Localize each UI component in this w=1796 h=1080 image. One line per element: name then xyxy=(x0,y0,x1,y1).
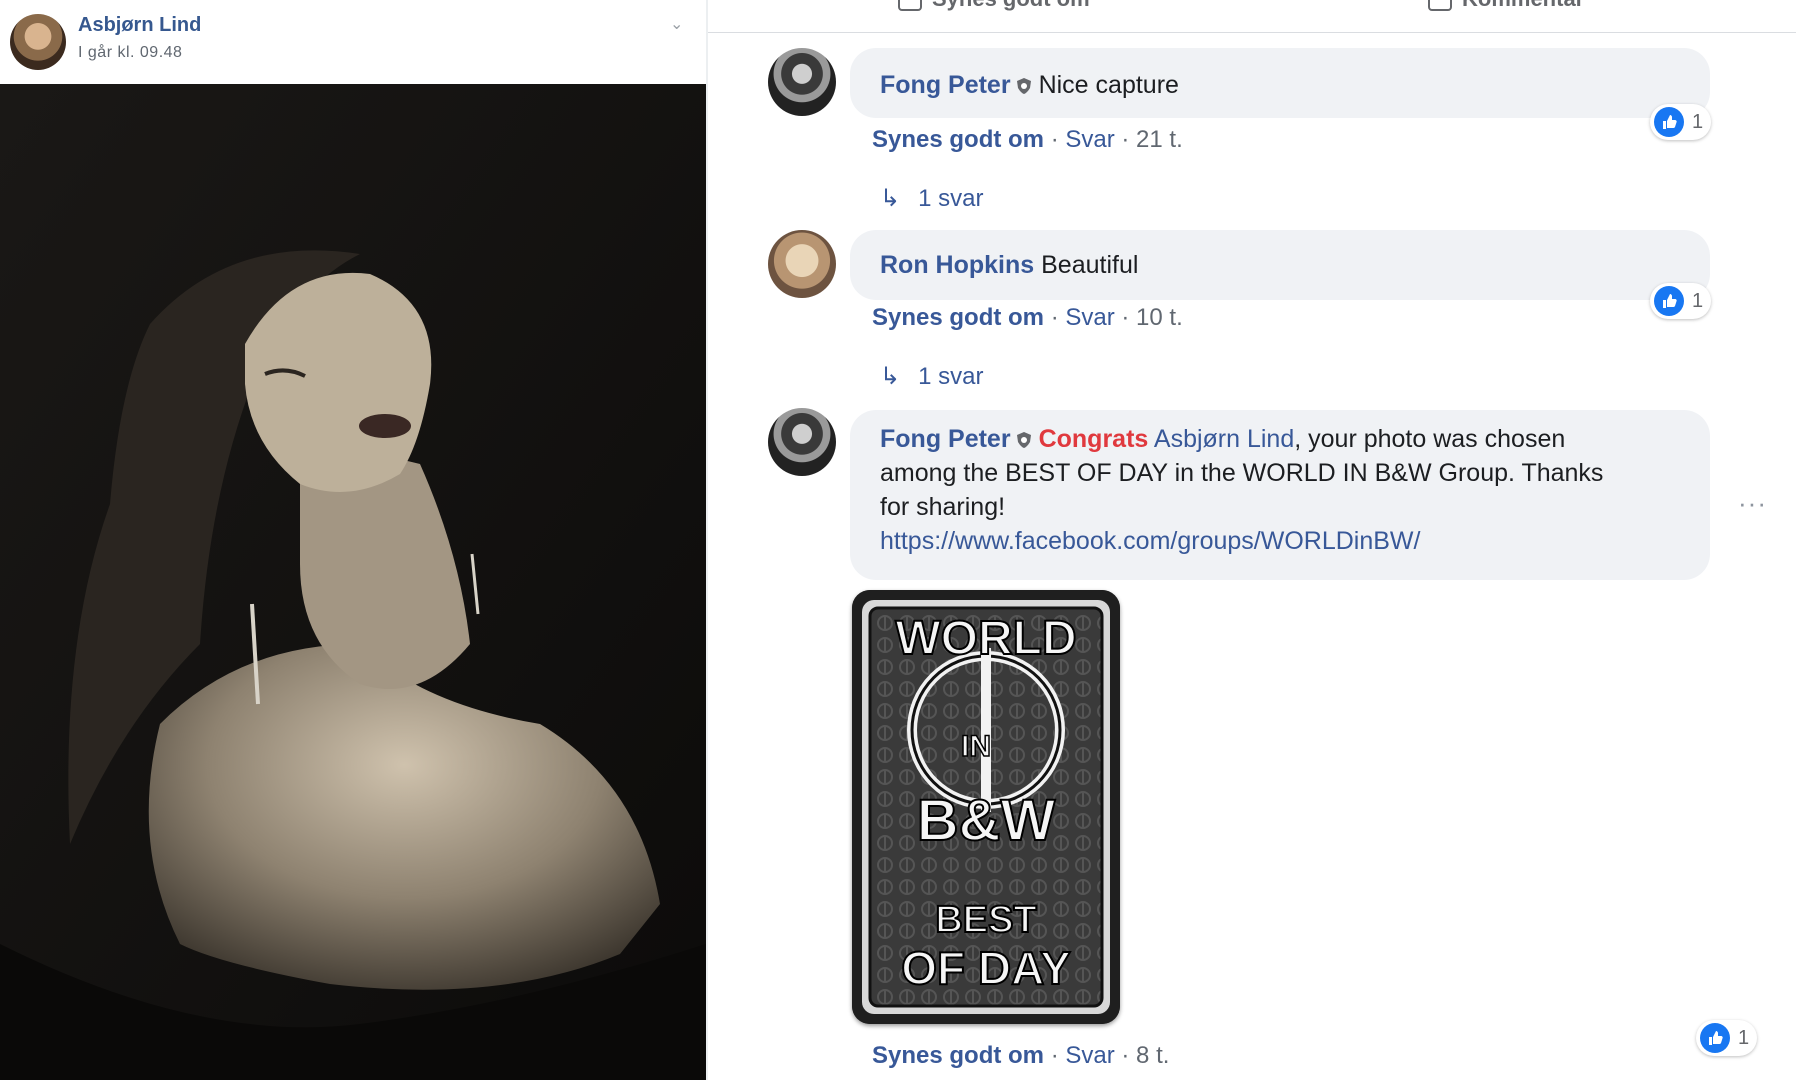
reply-link[interactable]: Svar xyxy=(1065,1042,1114,1069)
comments-panel: Synes godt om Kommentar Fong Peter Nice c… xyxy=(708,0,1796,1080)
reply-arrow-icon: ↳ xyxy=(880,363,901,390)
post-actions-bar: Synes godt om Kommentar xyxy=(708,0,1796,33)
comment-bubble: Fong Peter Nice capture xyxy=(850,48,1710,118)
comment-bubble: Ron Hopkins Beautiful xyxy=(850,230,1710,300)
group-link[interactable]: https://www.facebook.com/groups/WORLDinB… xyxy=(880,527,1420,555)
comment-text: , your photo was chosen xyxy=(1294,425,1566,453)
reaction-count[interactable]: 1 xyxy=(1650,104,1712,140)
comment-time[interactable]: 10 t. xyxy=(1136,304,1183,331)
comment-meta: Synes godt om · Svar · 8 t. xyxy=(872,1042,1170,1069)
world-in-bw-sticker[interactable]: WORLD IN B&W BEST OF DAY xyxy=(852,590,1120,1024)
sticker-text: BEST xyxy=(935,899,1036,941)
sticker-text: WORLD xyxy=(895,612,1076,665)
comment-text: among the BEST OF DAY in the WORLD IN B&… xyxy=(880,459,1604,487)
comment-time[interactable]: 21 t. xyxy=(1136,126,1183,153)
view-replies-link[interactable]: ↳ 1 svar xyxy=(880,184,983,213)
reaction-count[interactable]: 1 xyxy=(1696,1020,1758,1056)
post-panel: Asbjørn Lind I går kl. 09.48 ⌄ xyxy=(0,0,706,1080)
sticker-text: B&W xyxy=(917,788,1056,853)
chevron-down-icon[interactable]: ⌄ xyxy=(670,14,683,34)
commenter-avatar[interactable] xyxy=(768,48,836,116)
view-replies-link[interactable]: ↳ 1 svar xyxy=(880,362,983,391)
comment-author[interactable]: Fong Peter xyxy=(880,71,1011,99)
thumb-up-icon xyxy=(1654,107,1684,137)
thumb-up-icon xyxy=(1700,1023,1730,1053)
comment-bubble: Fong Peter Congrats Asbjørn Lind, your ph… xyxy=(850,410,1710,580)
like-link[interactable]: Synes godt om xyxy=(872,304,1044,331)
comment-author[interactable]: Ron Hopkins xyxy=(880,251,1034,279)
post-timestamp[interactable]: I går kl. 09.48 xyxy=(78,44,182,62)
commenter-avatar[interactable] xyxy=(768,230,836,298)
shield-icon xyxy=(1016,432,1031,448)
comment-action-button[interactable]: Kommentar xyxy=(1428,0,1584,12)
reaction-count[interactable]: 1 xyxy=(1650,283,1712,319)
more-options-icon[interactable]: ··· xyxy=(1738,488,1767,519)
comment-icon xyxy=(1428,0,1452,12)
thumb-up-icon xyxy=(1654,286,1684,316)
post-author-name[interactable]: Asbjørn Lind xyxy=(78,14,201,37)
commenter-avatar[interactable] xyxy=(768,408,836,476)
comment-author[interactable]: Fong Peter xyxy=(880,425,1011,453)
comment-meta: Synes godt om · Svar · 10 t. xyxy=(872,304,1183,331)
reply-arrow-icon: ↳ xyxy=(880,185,901,212)
highlight-tag: Congrats xyxy=(1038,425,1149,453)
sticker-text: OF DAY xyxy=(901,942,1071,994)
reply-link[interactable]: Svar xyxy=(1065,126,1114,153)
mention-link[interactable]: Asbjørn Lind xyxy=(1154,425,1294,453)
comment-text: Beautiful xyxy=(1041,251,1139,279)
comment-text: for sharing! xyxy=(880,493,1006,521)
comment-time[interactable]: 8 t. xyxy=(1136,1042,1169,1069)
shield-icon xyxy=(1016,78,1031,94)
reply-link[interactable]: Svar xyxy=(1065,304,1114,331)
like-link[interactable]: Synes godt om xyxy=(872,1042,1044,1069)
like-action-button[interactable]: Synes godt om xyxy=(898,0,1090,12)
sticker-text: IN xyxy=(961,730,991,763)
like-link[interactable]: Synes godt om xyxy=(872,126,1044,153)
comment-text: Nice capture xyxy=(1038,71,1179,99)
post-author-avatar[interactable] xyxy=(10,14,66,70)
post-header: Asbjørn Lind I går kl. 09.48 ⌄ xyxy=(0,0,706,84)
post-photo[interactable] xyxy=(0,84,706,1080)
thumb-up-icon xyxy=(898,0,922,12)
comment-meta: Synes godt om · Svar · 21 t. xyxy=(872,126,1183,153)
